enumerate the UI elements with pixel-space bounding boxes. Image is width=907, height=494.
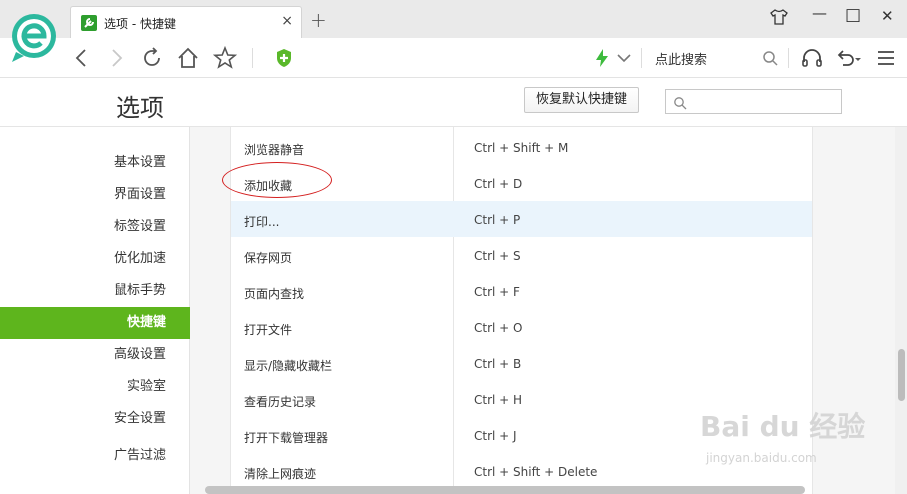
back-icon[interactable] [70,46,94,70]
sidebar-item[interactable]: 高级设置 [0,339,190,371]
settings-search-input[interactable] [665,89,842,114]
shortcut-row[interactable]: 浏览器静音 Ctrl + Shift + M [231,129,812,165]
home-icon[interactable] [176,46,200,70]
vertical-scrollbar[interactable] [895,127,907,494]
horizontal-scrollbar[interactable] [205,486,805,494]
shortcut-keys[interactable]: Ctrl + Shift + Delete [474,465,597,479]
shield-icon[interactable] [272,46,296,70]
shortcut-name: 浏览器静音 [244,143,305,157]
shortcut-name: 添加收藏 [244,179,293,193]
shortcut-name: 保存网页 [244,251,293,265]
undo-dropdown-icon[interactable] [853,46,863,70]
sidebar-item[interactable]: 广告过滤 [0,440,190,472]
search-icon [673,95,687,114]
tab-options-shortcuts[interactable]: 选项 - 快捷键 × [70,6,302,38]
tab-close-button[interactable]: × [281,13,293,29]
lightning-icon[interactable] [590,46,614,70]
new-tab-button[interactable]: + [310,8,327,32]
minimize-button[interactable]: — [812,4,827,22]
sidebar-item[interactable]: 安全设置 [0,403,190,435]
shortcut-name: 打开文件 [244,323,293,337]
settings-sidebar: 基本设置 界面设置 标签设置 优化加速 鼠标手势 快捷键 高级设置 实验室 安全设置广告过滤 [0,127,190,494]
wrench-icon [81,15,97,31]
sidebar-item[interactable]: 快捷键 [0,307,190,339]
restore-defaults-button[interactable]: 恢复默认快捷键 [524,87,639,113]
page-title: 选项 [116,94,164,122]
nav-divider [252,48,253,68]
shortcut-keys[interactable]: Ctrl + P [474,213,520,227]
tab-title: 选项 - 快捷键 [104,17,176,31]
shortcut-keys[interactable]: Ctrl + F [474,285,520,299]
shortcut-name: 清除上网痕迹 [244,467,317,481]
watermark: Bai du 经验 jingyan.baidu.com [700,405,890,475]
close-window-button[interactable]: ✕ [881,7,894,25]
sidebar-item[interactable]: 基本设置 [0,147,190,179]
options-header: 选项 恢复默认快捷键 [0,78,907,127]
sidebar-item[interactable]: 界面设置 [0,179,190,211]
search-icon[interactable] [758,46,782,70]
shortcut-keys[interactable]: Ctrl + D [474,177,522,191]
watermark-text: Bai du 经验 [700,410,866,443]
search-hint[interactable]: 点此搜索 [655,49,707,68]
chevron-down-icon[interactable] [612,46,636,70]
sidebar-item[interactable]: 标签设置 [0,211,190,243]
shortcut-row[interactable]: 页面内查找 Ctrl + F [231,273,812,309]
star-icon[interactable] [212,45,238,70]
shortcut-row[interactable]: 保存网页 Ctrl + S [231,237,812,273]
shortcut-row[interactable]: 打印... Ctrl + P [231,201,812,237]
headphones-icon[interactable] [800,46,824,70]
maximize-button[interactable]: □ [845,5,861,25]
sidebar-item[interactable]: 鼠标手势 [0,275,190,307]
shortcut-row[interactable]: 显示/隐藏收藏栏 Ctrl + B [231,345,812,381]
shortcut-name: 打开下载管理器 [244,431,329,445]
shortcut-keys[interactable]: Ctrl + Shift + M [474,141,568,155]
shirt-icon[interactable] [770,9,788,29]
shortcut-keys[interactable]: Ctrl + H [474,393,522,407]
shortcut-keys[interactable]: Ctrl + O [474,321,522,335]
nav-bar: 点此搜索 [0,38,907,78]
shortcut-keys[interactable]: Ctrl + B [474,357,521,371]
nav-divider [641,48,642,68]
sidebar-item[interactable]: 实验室 [0,371,190,403]
shortcut-row[interactable]: 打开文件 Ctrl + O [231,309,812,345]
shortcut-keys[interactable]: Ctrl + S [474,249,521,263]
menu-icon[interactable] [874,46,898,70]
shortcut-name: 打印... [244,215,280,229]
nav-divider [788,48,789,68]
watermark-subtext: jingyan.baidu.com [706,451,817,465]
browser-logo [10,12,58,64]
sidebar-item[interactable]: 优化加速 [0,243,190,275]
shortcut-row[interactable]: 添加收藏 Ctrl + D [231,165,812,201]
forward-icon[interactable] [104,46,128,70]
shortcut-name: 查看历史记录 [244,395,317,409]
scrollbar-thumb[interactable] [898,349,905,401]
shortcut-name: 显示/隐藏收藏栏 [244,359,333,373]
shortcut-keys[interactable]: Ctrl + J [474,429,517,443]
title-bar: 选项 - 快捷键 × + — □ ✕ [0,0,907,38]
shortcut-name: 页面内查找 [244,287,305,301]
refresh-icon[interactable] [140,46,164,70]
